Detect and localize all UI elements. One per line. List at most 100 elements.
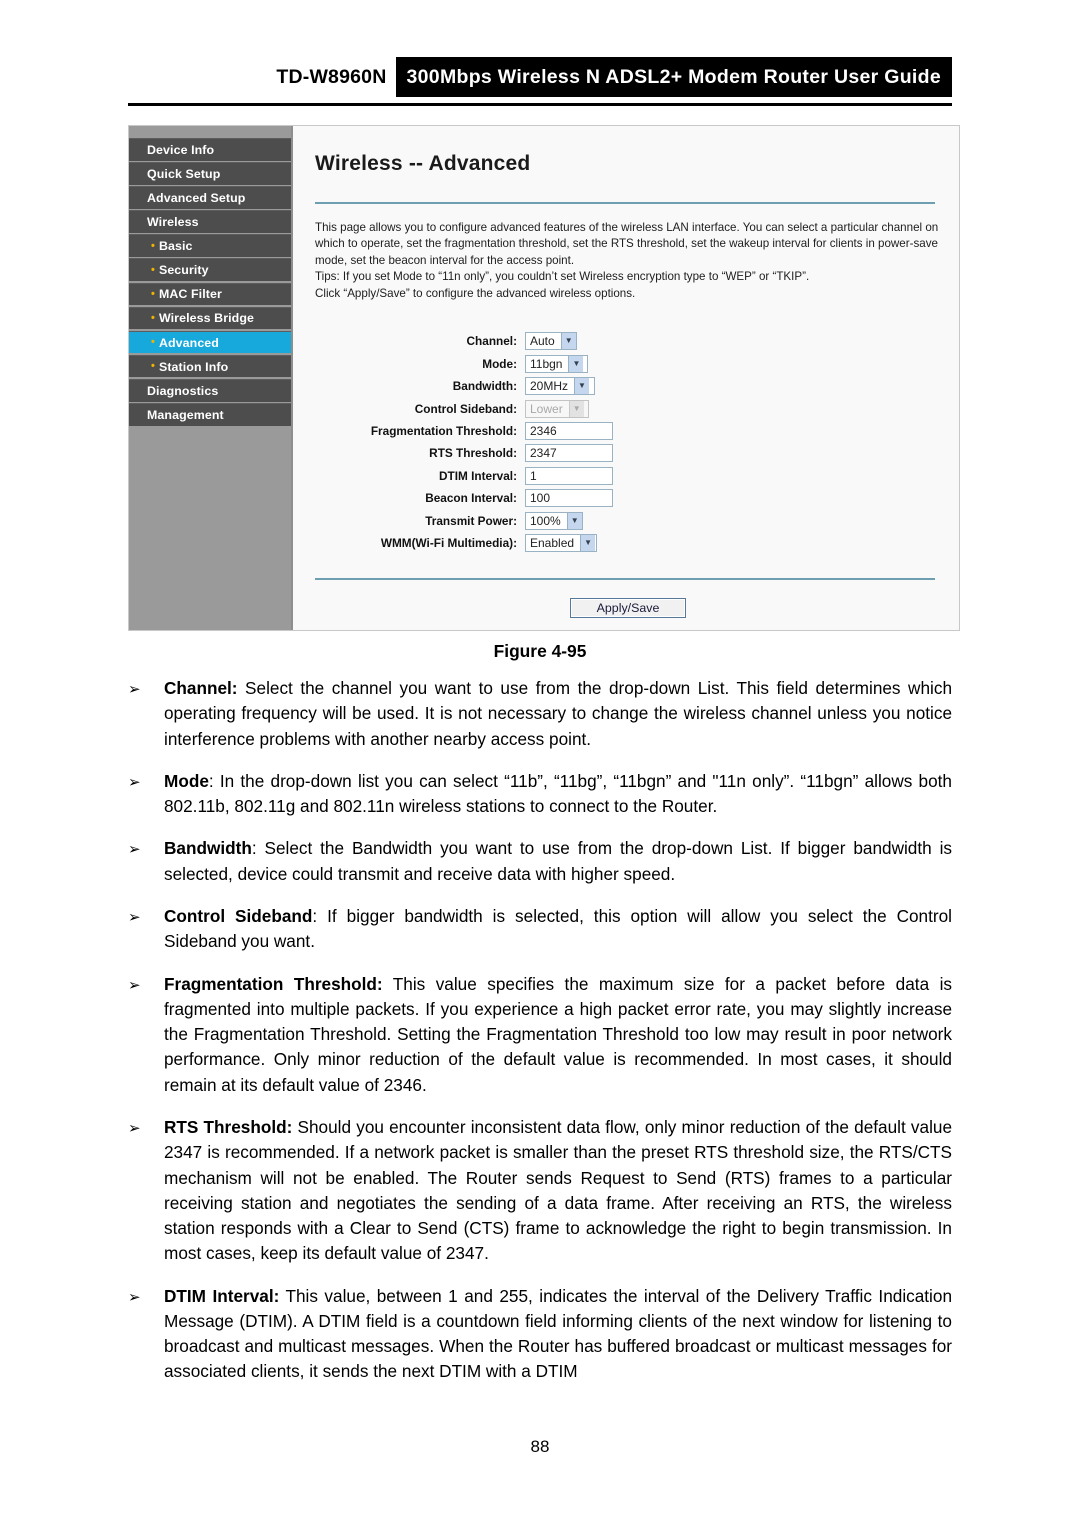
channel-value: Auto <box>530 334 555 349</box>
body-paragraph: ➢ Channel: Select the channel you want to… <box>128 676 952 752</box>
description-line-2: Tips: If you set Mode to “11n only”, you… <box>315 270 810 284</box>
body-paragraph: ➢ DTIM Interval: This value, between 1 an… <box>128 1284 952 1385</box>
sidebar-item-label: Advanced Setup <box>147 190 246 205</box>
body-paragraph-text: Control Sideband: If bigger bandwidth is… <box>164 904 952 955</box>
mode-select[interactable]: 11bgn ▼ <box>525 354 588 373</box>
bandwidth-label: Bandwidth: <box>452 379 517 394</box>
rts-threshold-label: RTS Threshold: <box>429 446 517 461</box>
sidebar-item-label: Security <box>158 263 209 278</box>
body-paragraph-body: : In the drop-down list you can select “… <box>164 770 952 817</box>
chevron-down-icon: ▼ <box>568 400 584 417</box>
bandwidth-value: 20MHz <box>530 379 569 394</box>
sidebar-item-basic[interactable]: • Basic <box>129 234 291 257</box>
header-title: 300Mbps Wireless N ADSL2+ Modem Router U… <box>395 57 952 97</box>
divider-top <box>315 202 935 204</box>
sidebar-item-wireless-bridge[interactable]: • Wireless Bridge <box>129 306 291 330</box>
wmm-select[interactable]: Enabled ▼ <box>525 533 597 552</box>
bandwidth-control: 20MHz ▼ <box>525 377 595 396</box>
bullet-icon: • <box>151 287 155 300</box>
form-row-wmm: WMM(Wi-Fi Multimedia): Enabled ▼ <box>329 532 941 554</box>
body-text: ➢ Channel: Select the channel you want to… <box>128 676 952 1402</box>
mode-label: Mode: <box>482 356 517 371</box>
figure-router-ui: Device Info Quick Setup Advanced Setup Wire… <box>128 125 960 631</box>
wmm-value: Enabled <box>530 535 575 550</box>
sidebar-item-advanced[interactable]: • Advanced <box>129 330 291 354</box>
apply-save-button[interactable]: Apply/Save <box>569 598 687 619</box>
arrow-bullet-icon: ➢ <box>128 841 141 859</box>
form-row-fragmentation-threshold: Fragmentation Threshold: 2346 <box>329 420 941 442</box>
form-row-transmit-power: Transmit Power: 100% ▼ <box>329 509 941 531</box>
body-paragraph-text: RTS Threshold: Should you encounter inco… <box>164 1115 952 1267</box>
transmit-power-select[interactable]: 100% ▼ <box>525 511 583 530</box>
page-number: 88 <box>530 1437 550 1456</box>
rts-threshold-input[interactable]: 2347 <box>525 444 613 463</box>
fragmentation-threshold-input[interactable]: 2346 <box>525 422 613 441</box>
wireless-advanced-form: Channel: Auto ▼ Mode: 11bgn ▼ Bandwidth:… <box>315 330 941 554</box>
sidebar-item-label: Advanced <box>158 335 219 350</box>
body-paragraph-term: Fragmentation Threshold: <box>164 973 383 994</box>
transmit-power-control: 100% ▼ <box>525 511 583 530</box>
arrow-bullet-icon: ➢ <box>128 908 141 926</box>
sidebar-item-mac-filter[interactable]: • MAC Filter <box>129 282 291 306</box>
arrow-bullet-icon: ➢ <box>128 976 141 994</box>
arrow-bullet-icon: ➢ <box>128 1119 141 1137</box>
body-paragraph-term: Channel: <box>164 678 238 698</box>
body-paragraph-body: Select the channel you want to use from … <box>164 678 952 749</box>
body-paragraph: ➢ Fragmentation Threshold: This value spe… <box>128 972 952 1098</box>
sidebar-item-station-info[interactable]: • Station Info <box>129 354 291 378</box>
body-paragraph-text: DTIM Interval: This value, between 1 and… <box>164 1284 952 1385</box>
control-sideband-label: Control Sideband: <box>414 401 517 416</box>
sidebar-item-device-info[interactable]: Device Info <box>129 138 291 161</box>
mode-value: 11bgn <box>530 356 563 371</box>
bullet-icon: • <box>151 263 155 276</box>
sidebar-item-label: Basic <box>158 239 193 254</box>
divider-bottom <box>315 578 935 581</box>
sidebar-item-diagnostics[interactable]: Diagnostics <box>129 378 291 402</box>
chevron-down-icon: ▼ <box>560 333 576 350</box>
wmm-control: Enabled ▼ <box>525 533 597 552</box>
beacon-interval-control: 100 <box>525 489 613 508</box>
channel-control: Auto ▼ <box>525 332 577 351</box>
sidebar-item-security[interactable]: • Security <box>129 258 291 282</box>
transmit-power-value: 100% <box>530 513 561 528</box>
header-model-name: TD-W8960N <box>276 65 387 88</box>
body-paragraph: ➢ Control Sideband: If bigger bandwidth i… <box>128 904 952 955</box>
body-paragraph-term: RTS Threshold: <box>164 1116 293 1137</box>
chevron-down-icon: ▼ <box>568 355 584 372</box>
bullet-icon: • <box>151 239 155 252</box>
form-row-beacon-interval: Beacon Interval: 100 <box>329 487 941 509</box>
dtim-interval-control: 1 <box>525 466 613 485</box>
form-actions: Apply/Save <box>315 598 941 619</box>
description-line-3: Click “Apply/Save” to configure the adva… <box>315 286 636 300</box>
bullet-icon: • <box>151 336 155 349</box>
sidebar-item-label: MAC Filter <box>158 287 222 302</box>
body-paragraph-term: Bandwidth <box>164 838 252 859</box>
description-line-1: This page allows you to configure advanc… <box>315 221 939 267</box>
sidebar-item-label: Station Info <box>158 359 229 374</box>
channel-select[interactable]: Auto ▼ <box>525 332 577 351</box>
sidebar-item-quick-setup[interactable]: Quick Setup <box>129 162 291 185</box>
sidebar-item-advanced-setup[interactable]: Advanced Setup <box>129 186 291 209</box>
fragmentation-threshold-label: Fragmentation Threshold: <box>370 424 517 439</box>
body-paragraph: ➢ Bandwidth: Select the Bandwidth you wan… <box>128 836 952 887</box>
body-paragraph: ➢ RTS Threshold: Should you encounter inc… <box>128 1115 952 1267</box>
sidebar-item-management[interactable]: Management <box>129 403 291 426</box>
sidebar-item-label: Diagnostics <box>147 383 219 398</box>
sidebar-item-wireless[interactable]: Wireless <box>129 210 291 233</box>
control-sideband-select: Lower ▼ <box>525 399 589 418</box>
control-sideband-control: Lower ▼ <box>525 399 589 418</box>
body-paragraph-body: Should you encounter inconsistent data f… <box>164 1116 953 1264</box>
form-row-channel: Channel: Auto ▼ <box>329 330 941 352</box>
wmm-label: WMM(Wi-Fi Multimedia): <box>380 535 517 550</box>
dtim-interval-input[interactable]: 1 <box>525 466 613 485</box>
body-paragraph-text: Mode: In the drop-down list you can sele… <box>164 769 952 820</box>
arrow-bullet-icon: ➢ <box>128 681 141 698</box>
sidebar-item-label: Device Info <box>147 142 215 157</box>
bandwidth-select[interactable]: 20MHz ▼ <box>525 377 595 396</box>
sidebar-item-label: Wireless <box>147 215 199 230</box>
sidebar-item-label: Management <box>147 407 224 422</box>
beacon-interval-label: Beacon Interval: <box>425 491 517 506</box>
fragmentation-threshold-control: 2346 <box>525 422 613 441</box>
figure-caption: Figure 4-95 <box>493 641 587 661</box>
beacon-interval-input[interactable]: 100 <box>525 489 613 508</box>
